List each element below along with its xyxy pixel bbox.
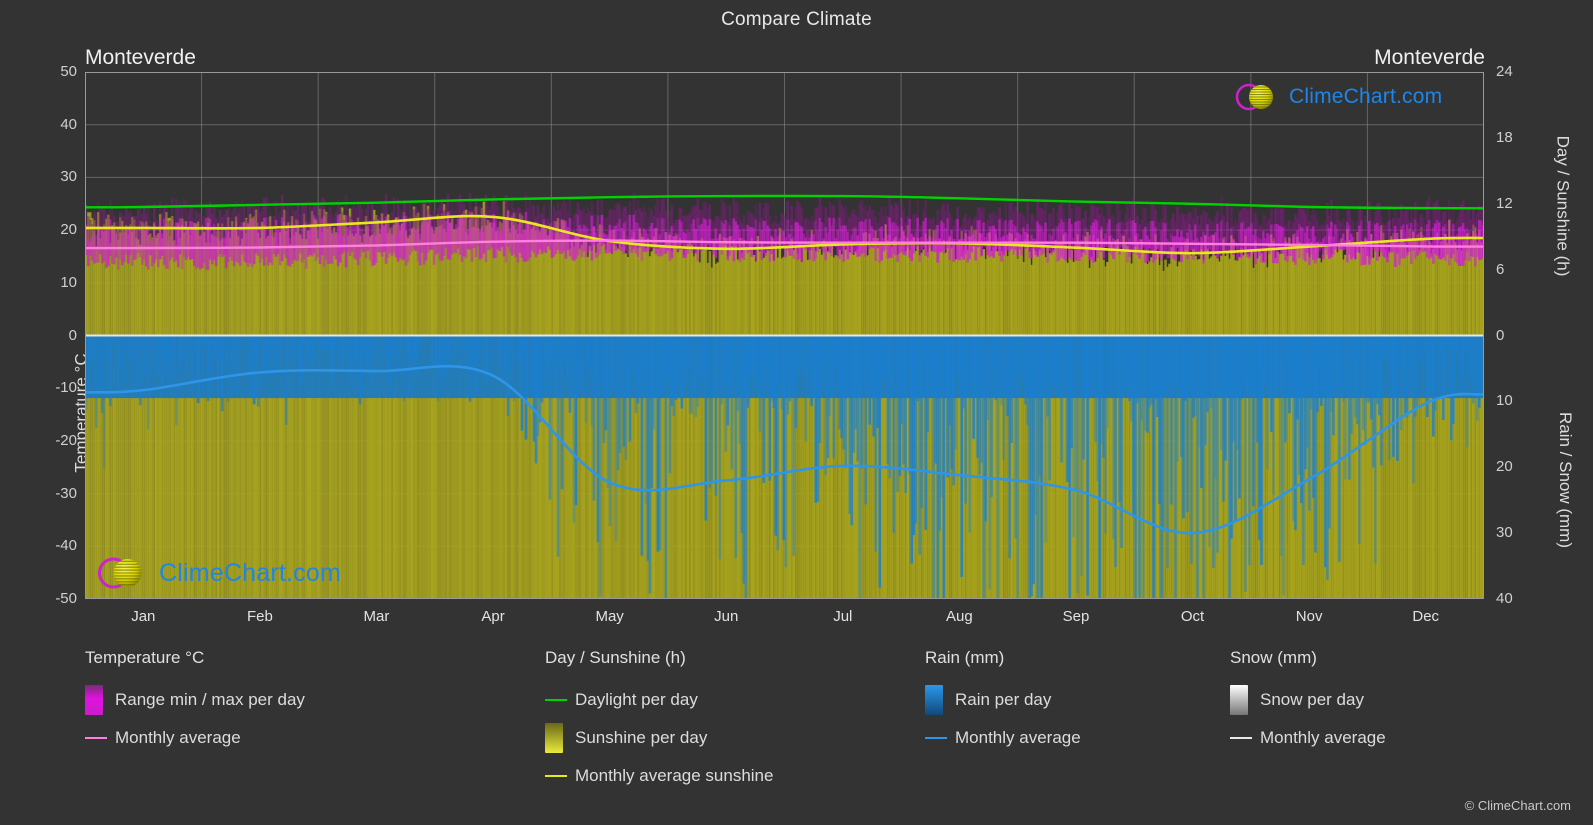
legend-item-sunshine-1[interactable]: Sunshine per day [545, 719, 773, 757]
y-tick-left--40: -40 [55, 537, 77, 555]
y-tick-left-50: 50 [60, 63, 77, 80]
legend-item-temperature-1[interactable]: Monthly average [85, 719, 305, 757]
legend-item-snow-0[interactable]: Snow per day [1230, 681, 1386, 719]
y-tick-left-0: 0 [68, 326, 77, 344]
x-tick-feb: Feb [246, 608, 273, 625]
y-tick-left-10: 10 [60, 273, 77, 291]
legend-item-label: Monthly average [955, 728, 1081, 747]
x-tick-jun: Jun [714, 608, 739, 625]
legend-line-swatch [1230, 737, 1252, 739]
legend-heading-temperature: Temperature °C [85, 648, 205, 667]
legend-group-sunshine: Day / Sunshine (h) Daylight per day Sunshi… [545, 648, 773, 795]
x-tick-jul: Jul [833, 608, 853, 625]
legend-group-rain: Rain (mm) Rain per day Monthly average [925, 648, 1081, 757]
legend-swatch-icon [1230, 685, 1248, 715]
legend-heading-sunshine: Day / Sunshine (h) [545, 648, 686, 667]
legend-line-icon [545, 699, 575, 701]
x-tick-apr: Apr [481, 608, 505, 625]
legend-item-label: Rain per day [955, 690, 1052, 709]
legend-line-swatch [85, 737, 107, 739]
x-tick-sep: Sep [1062, 608, 1090, 625]
climechart-logo-text-bottom: ClimeChart.com [159, 558, 341, 587]
y-tick-right-hours-6: 6 [1496, 260, 1505, 278]
plot-canvas [85, 72, 1484, 599]
copyright-notice: © ClimeChart.com [1464, 798, 1571, 813]
legend-item-sunshine-0[interactable]: Daylight per day [545, 681, 773, 719]
climechart-logo-mark [97, 557, 142, 589]
legend-line-icon [545, 775, 575, 777]
legend-item-label: Monthly average [115, 728, 241, 747]
legend-line-icon [925, 737, 955, 739]
x-tick-oct: Oct [1180, 608, 1205, 625]
y-axis-right-bottom-label: Rain / Snow (mm) [1555, 411, 1575, 549]
legend-line-swatch [545, 775, 567, 777]
y-tick-left--20: -20 [55, 431, 77, 449]
legend-line-icon [85, 737, 115, 739]
x-tick-mar: Mar [363, 608, 390, 625]
x-tick-dec: Dec [1412, 608, 1440, 625]
legend-item-rain-0[interactable]: Rain per day [925, 681, 1081, 719]
y-tick-left--30: -30 [55, 484, 77, 502]
climechart-logo-bottom: ClimeChart.com [96, 553, 341, 593]
climechart-logo-text-top: ClimeChart.com [1289, 85, 1443, 108]
legend-heading-snow: Snow (mm) [1230, 648, 1317, 667]
y-tick-left--50: -50 [55, 590, 77, 607]
location-label-left: Monteverde [85, 46, 196, 69]
legend-item-label: Snow per day [1260, 690, 1364, 709]
y-axis-right-top-label: Day / Sunshine (h) [1553, 135, 1573, 277]
legend-item-label: Sunshine per day [575, 728, 708, 747]
legend-item-label: Monthly average [1260, 728, 1386, 747]
y-tick-left-20: 20 [60, 221, 77, 239]
legend-line-swatch [925, 737, 947, 739]
climate-plot-area [85, 72, 1484, 599]
legend-swatch-icon [85, 685, 103, 715]
legend-item-snow-1[interactable]: Monthly average [1230, 719, 1386, 757]
x-tick-jan: Jan [131, 608, 156, 625]
x-tick-nov: Nov [1295, 608, 1323, 625]
legend-swatch-icon [925, 685, 943, 715]
y-tick-left--10: -10 [55, 379, 77, 397]
legend-item-label: Range min / max per day [115, 690, 305, 709]
legend-item-label: Daylight per day [575, 690, 698, 709]
y-tick-right-hours-12: 12 [1496, 194, 1513, 212]
climechart-logo-mark [1235, 83, 1273, 111]
legend-heading-rain: Rain (mm) [925, 648, 1005, 667]
y-tick-right-hours-24: 24 [1496, 63, 1513, 80]
y-tick-right-rain-20: 20 [1496, 458, 1513, 476]
legend-group-temperature: Temperature °C Range min / max per day Mon… [85, 648, 305, 757]
page-title: Compare Climate [721, 9, 872, 30]
legend-group-snow: Snow (mm) Snow per day Monthly average [1230, 648, 1386, 757]
legend-swatch-icon [545, 723, 563, 753]
y-tick-right-rain-10: 10 [1496, 392, 1513, 410]
y-tick-left-30: 30 [60, 168, 77, 186]
y-tick-right-rain-40: 40 [1496, 590, 1513, 607]
y-tick-right-hours-18: 18 [1496, 128, 1513, 146]
legend-item-label: Monthly average sunshine [575, 766, 774, 785]
legend-item-sunshine-2[interactable]: Monthly average sunshine [545, 757, 773, 795]
y-tick-right-hours-0: 0 [1496, 326, 1505, 344]
legend-item-temperature-0[interactable]: Range min / max per day [85, 681, 305, 719]
chart-legend: Temperature °C Range min / max per day Mon… [0, 648, 1593, 808]
y-tick-left-40: 40 [60, 115, 77, 133]
climate-chart-page: Compare Climate Monteverde Monteverde Te… [0, 0, 1593, 825]
location-label-right: Monteverde [1374, 46, 1485, 69]
x-tick-may: May [595, 608, 624, 625]
legend-line-icon [1230, 737, 1260, 739]
x-tick-aug: Aug [946, 608, 973, 625]
legend-item-rain-1[interactable]: Monthly average [925, 719, 1081, 757]
climechart-logo-top: ClimeChart.com [1234, 80, 1442, 114]
y-tick-right-rain-30: 30 [1496, 524, 1513, 542]
legend-line-swatch [545, 699, 567, 701]
